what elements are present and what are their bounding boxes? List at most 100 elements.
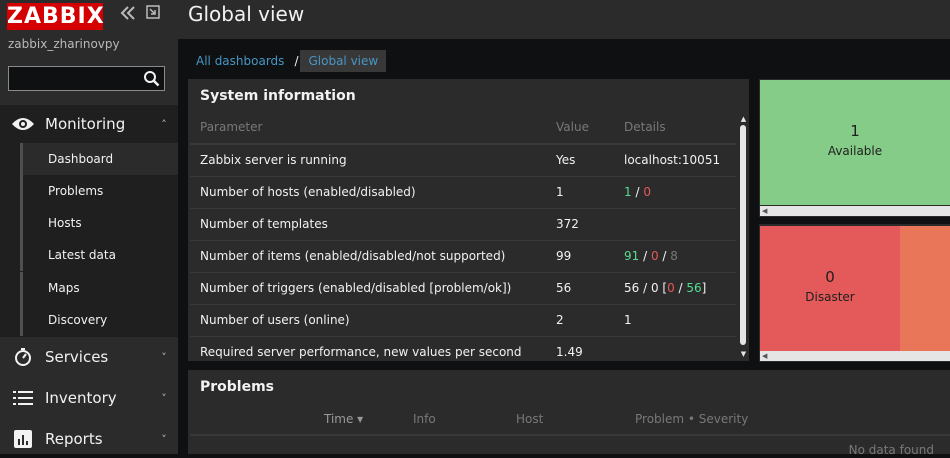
menu-inventory-label: Inventory bbox=[45, 389, 117, 407]
table-row: Number of hosts (enabled/disabled) 1 1 /… bbox=[190, 176, 736, 209]
value-cell: 1 bbox=[546, 176, 614, 209]
submenu-hosts[interactable]: Hosts bbox=[20, 207, 178, 239]
table-row: Zabbix server is running Yes localhost:1… bbox=[190, 144, 736, 177]
value-cell: 372 bbox=[546, 208, 614, 241]
separator: / bbox=[674, 281, 687, 295]
high-severity-tile[interactable] bbox=[900, 226, 950, 351]
server-name: zabbix_zharinovpy bbox=[8, 37, 120, 51]
scroll-up-icon[interactable]: ▲ bbox=[739, 115, 748, 124]
stopwatch-icon bbox=[0, 348, 45, 366]
param-cell: Number of hosts (enabled/disabled) bbox=[190, 176, 546, 209]
list-icon bbox=[0, 391, 45, 405]
page-title: Global view bbox=[188, 2, 305, 26]
column-header-problem-severity: Problem • Severity bbox=[635, 412, 749, 426]
submenu-problems[interactable]: Problems bbox=[20, 175, 178, 207]
menu-monitoring[interactable]: Monitoring ˄ bbox=[0, 105, 178, 143]
sidebar: ZABBIX zabbix_zharinovpy Monitoring ˄ Da… bbox=[0, 0, 178, 454]
param-cell: Number of triggers (enabled/disabled [pr… bbox=[190, 272, 546, 305]
horizontal-scrollbar[interactable]: ◀ bbox=[760, 351, 950, 361]
breadcrumb-all-dashboards[interactable]: All dashboards bbox=[188, 54, 292, 68]
table-row: Number of triggers (enabled/disabled [pr… bbox=[190, 272, 736, 305]
submenu-latest-data[interactable]: Latest data bbox=[20, 239, 178, 271]
disaster-tile[interactable]: 0 Disaster bbox=[760, 226, 900, 351]
value-cell: 1.49 bbox=[546, 336, 614, 361]
column-header-details: Details bbox=[614, 111, 736, 145]
param-cell: Required server performance, new values … bbox=[190, 336, 546, 361]
details-cell bbox=[614, 336, 736, 361]
column-header-info: Info bbox=[413, 412, 436, 426]
disabled-count: 0 bbox=[650, 249, 659, 263]
separator: / bbox=[631, 185, 644, 199]
submenu-dashboard[interactable]: Dashboard bbox=[20, 143, 178, 175]
separator: / bbox=[639, 249, 651, 263]
scroll-left-icon[interactable]: ◀ bbox=[762, 206, 767, 216]
details-cell bbox=[614, 208, 736, 241]
table-row: Number of items (enabled/disabled/not su… bbox=[190, 240, 736, 273]
column-header-value: Value bbox=[546, 111, 614, 145]
chevron-down-icon: ˅ bbox=[161, 432, 167, 446]
breadcrumb: All dashboards / Global view bbox=[188, 49, 387, 72]
menu-reports[interactable]: Reports ˅ bbox=[0, 420, 178, 458]
zabbix-logo[interactable]: ZABBIX bbox=[7, 3, 104, 30]
trigger-suffix: ] bbox=[701, 281, 707, 295]
menu-services-label: Services bbox=[45, 348, 109, 366]
system-info-table: Parameter Value Details Zabbix server is… bbox=[190, 111, 736, 361]
empty-state-text: No data found bbox=[848, 443, 934, 457]
param-cell: Number of users (online) bbox=[190, 304, 546, 337]
submenu-discovery[interactable]: Discovery bbox=[20, 304, 178, 336]
table-row: Number of users (online) 2 1 bbox=[190, 304, 736, 337]
bar-chart-icon bbox=[0, 430, 45, 448]
collapse-sidebar-icon[interactable] bbox=[118, 5, 138, 25]
scrollbar-thumb[interactable] bbox=[740, 125, 746, 345]
details-cell: 91 / 0 / 8 bbox=[614, 240, 736, 273]
horizontal-scrollbar[interactable]: ◀ bbox=[760, 206, 950, 216]
search-icon[interactable] bbox=[143, 70, 160, 87]
column-header-host: Host bbox=[516, 412, 544, 426]
breadcrumb-current[interactable]: Global view bbox=[300, 49, 387, 72]
kiosk-mode-icon[interactable] bbox=[144, 5, 162, 23]
search-input[interactable] bbox=[9, 67, 139, 90]
param-cell: Zabbix server is running bbox=[190, 144, 546, 177]
table-row: Required server performance, new values … bbox=[190, 336, 736, 361]
table-header-row: Parameter Value Details bbox=[190, 111, 736, 145]
system-information-widget: System information Parameter Value Detai… bbox=[188, 79, 749, 361]
not-supported-count: 8 bbox=[670, 249, 678, 263]
problem-count: 0 bbox=[667, 281, 675, 295]
submenu-maps[interactable]: Maps bbox=[20, 272, 178, 304]
chevron-up-icon: ˄ bbox=[161, 117, 167, 131]
problems-table-header: Time ▾ Info Host Problem • Severity bbox=[190, 404, 950, 436]
value-cell: 2 bbox=[546, 304, 614, 337]
scroll-down-icon[interactable]: ▼ bbox=[739, 350, 748, 359]
available-tile[interactable]: 1 Available bbox=[760, 80, 950, 205]
menu-services[interactable]: Services ˅ bbox=[0, 338, 178, 376]
disaster-count: 0 bbox=[825, 268, 835, 286]
available-label: Available bbox=[827, 144, 883, 158]
disabled-count: 0 bbox=[643, 185, 651, 199]
column-header-parameter: Parameter bbox=[190, 111, 546, 145]
details-cell: 1 bbox=[614, 304, 736, 337]
trigger-prefix: 56 / 0 [ bbox=[624, 281, 668, 295]
disaster-label: Disaster bbox=[805, 290, 855, 304]
value-cell: 99 bbox=[546, 240, 614, 273]
search-field[interactable] bbox=[8, 66, 165, 91]
scroll-left-icon[interactable]: ◀ bbox=[762, 351, 767, 361]
menu-inventory[interactable]: Inventory ˅ bbox=[0, 379, 178, 417]
widget-title: System information bbox=[200, 88, 356, 104]
page-header: Global view bbox=[178, 0, 950, 39]
chevron-down-icon: ˅ bbox=[161, 391, 167, 405]
separator: / bbox=[658, 249, 671, 263]
widget-title: Problems bbox=[200, 379, 275, 395]
monitoring-submenu: Dashboard Problems Hosts Latest data Map… bbox=[0, 143, 178, 337]
chevron-down-icon: ˅ bbox=[161, 350, 167, 364]
menu-reports-label: Reports bbox=[45, 430, 103, 448]
value-cell: Yes bbox=[546, 144, 614, 177]
details-cell: 1 / 0 bbox=[614, 176, 736, 209]
details-cell: 56 / 0 [0 / 56] bbox=[614, 272, 736, 305]
eye-icon bbox=[0, 116, 45, 132]
problems-widget: Problems Time ▾ Info Host Problem • Seve… bbox=[188, 370, 950, 457]
column-header-time[interactable]: Time ▾ bbox=[324, 412, 363, 426]
menu-monitoring-label: Monitoring bbox=[45, 115, 126, 133]
available-count: 1 bbox=[850, 122, 860, 140]
ok-count: 56 bbox=[686, 281, 702, 295]
param-cell: Number of templates bbox=[190, 208, 546, 241]
